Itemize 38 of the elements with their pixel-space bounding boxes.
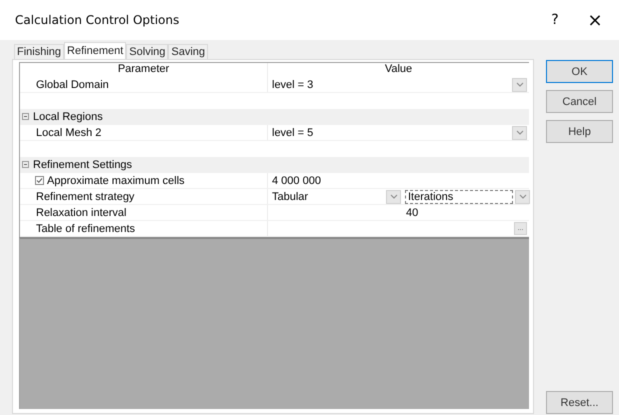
value-text: Tabular [272, 190, 310, 202]
collapse-icon[interactable] [22, 161, 29, 168]
parameter-label: Relaxation interval [36, 206, 126, 218]
dialog-button[interactable]: Help [546, 120, 613, 143]
dialog-button[interactable]: OK [546, 60, 613, 83]
window-title: Calculation Control Options [15, 13, 180, 27]
chevron-down-icon [516, 130, 524, 135]
group-label: Local Regions [33, 110, 103, 122]
collapse-icon[interactable] [22, 113, 29, 120]
dropdown-button[interactable] [515, 190, 530, 204]
checkbox[interactable] [35, 176, 44, 185]
parameter-label: Refinement strategy [36, 190, 134, 202]
value-text: level = 3 [272, 78, 314, 90]
parameter-label: Approximate maximum cells [47, 174, 185, 186]
parameter-label: Table of refinements [36, 222, 136, 234]
chevron-down-icon [516, 82, 524, 87]
dropdown-button[interactable] [512, 78, 527, 92]
reset-button[interactable]: Reset... [546, 391, 613, 414]
tab[interactable]: Finishing [14, 44, 64, 59]
dropdown-button[interactable] [386, 190, 401, 204]
value-text: 40 [406, 206, 418, 218]
tab[interactable]: Refinement [64, 42, 126, 59]
chevron-down-icon [390, 194, 398, 199]
group-label: Refinement Settings [33, 158, 132, 170]
chevron-down-icon [518, 194, 526, 199]
value-text: 4 000 000 [272, 174, 321, 186]
tab[interactable]: Saving [168, 44, 208, 59]
close-button[interactable]: × [575, 5, 615, 35]
dropdown-button[interactable] [512, 126, 527, 140]
help-button[interactable]: ? [535, 5, 575, 35]
parameter-label: Local Mesh 2 [36, 126, 102, 138]
column-header: Value [384, 63, 414, 77]
tab[interactable]: Solving [126, 44, 168, 59]
combo-field[interactable]: Iterations [405, 190, 513, 204]
value-text: level = 5 [272, 126, 314, 138]
column-header: Parameter [20, 63, 268, 77]
dialog-button[interactable]: Cancel [546, 90, 613, 113]
parameter-label: Global Domain [36, 78, 109, 90]
